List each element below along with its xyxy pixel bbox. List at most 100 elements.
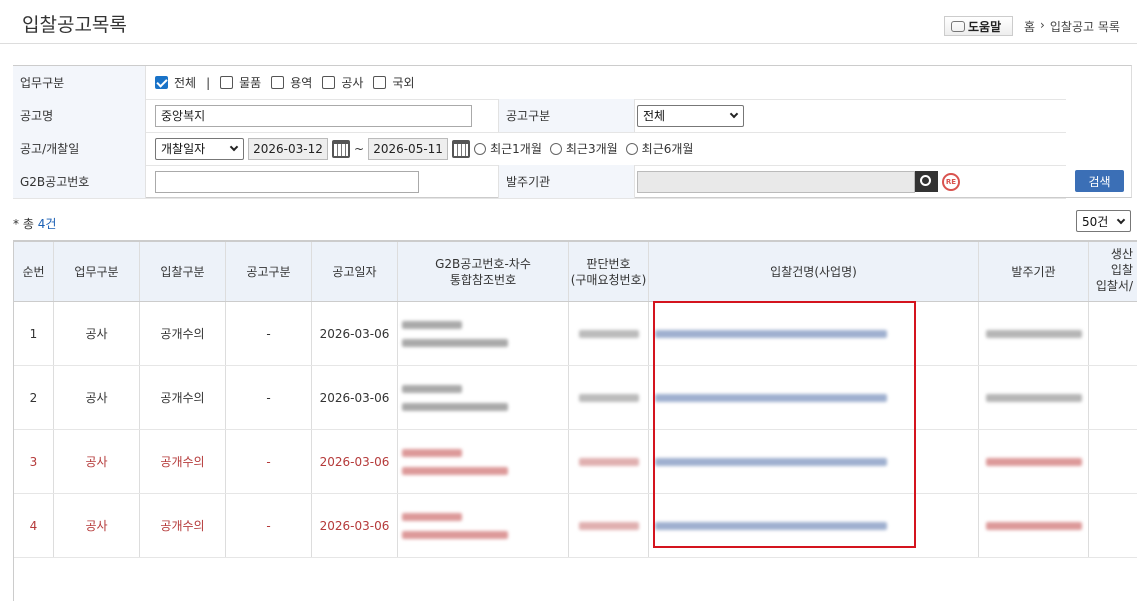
radio-1month-label: 최근1개월 bbox=[490, 142, 542, 156]
help-icon bbox=[951, 20, 965, 32]
table-row[interactable]: 4 공사 공개수의 - 2026-03-06 bbox=[14, 494, 1137, 558]
total-count: 4건 bbox=[37, 217, 57, 231]
col-extra-line1: 생산 bbox=[1110, 247, 1133, 261]
chevron-down-icon bbox=[1116, 215, 1126, 224]
checkbox-overseas-label: 국외 bbox=[392, 76, 415, 90]
g2b-label: G2B공고번호 bbox=[13, 165, 146, 198]
search-row-notice-name: 공고명 중앙복지 공고구분 전체 bbox=[13, 99, 1066, 133]
col-judge-line1: 판단번호 bbox=[586, 256, 631, 271]
notice-type-value: 전체 bbox=[643, 109, 666, 123]
date-from-input[interactable]: 2026-03-12 bbox=[248, 137, 328, 160]
cell-bid-type: 공개수의 bbox=[140, 494, 226, 557]
col-notice-date: 공고일자 bbox=[312, 242, 398, 301]
notice-type-select[interactable]: 전체 bbox=[637, 104, 744, 127]
cell-g2b[interactable] bbox=[398, 430, 569, 493]
calendar-icon[interactable] bbox=[452, 139, 471, 158]
table-row[interactable]: 3 공사 공개수의 - 2026-03-06 bbox=[14, 430, 1137, 494]
cell-g2b[interactable] bbox=[398, 494, 569, 557]
page-header: 입찰공고목록 도움말 홈 › 입찰공고 목록 bbox=[0, 0, 1137, 44]
cell-notice-type: - bbox=[226, 494, 312, 557]
cell-bid-type: 공개수의 bbox=[140, 302, 226, 365]
search-icon[interactable] bbox=[915, 171, 938, 192]
cell-g2b[interactable] bbox=[398, 366, 569, 429]
checkbox-goods[interactable] bbox=[220, 76, 234, 89]
annotation-highlight-box bbox=[653, 301, 916, 548]
radio-6month-label: 최근6개월 bbox=[641, 142, 694, 156]
cell-no: 1 bbox=[14, 302, 54, 365]
breadcrumb-home[interactable]: 홈 bbox=[1024, 18, 1035, 35]
cell-business: 공사 bbox=[54, 302, 140, 365]
cell-business: 공사 bbox=[54, 430, 140, 493]
cell-judge bbox=[569, 494, 649, 557]
page-title: 입찰공고목록 bbox=[22, 14, 127, 36]
breadcrumb-separator: › bbox=[1040, 18, 1045, 32]
col-judge: 판단번호 (구매요청번호) bbox=[569, 242, 649, 301]
chevron-down-icon bbox=[729, 109, 739, 119]
checkbox-construction-label: 공사 bbox=[341, 76, 364, 90]
checkbox-all[interactable] bbox=[155, 76, 168, 89]
cell-agency bbox=[979, 366, 1089, 429]
radio-6month[interactable] bbox=[625, 142, 638, 155]
total-prefix: * 총 bbox=[13, 217, 34, 231]
table-row[interactable]: 1 공사 공개수의 - 2026-03-06 bbox=[14, 302, 1137, 366]
cell-notice-type: - bbox=[226, 302, 312, 365]
page-size-value: 50건 bbox=[1082, 214, 1109, 229]
cell-no: 4 bbox=[14, 494, 54, 557]
radio-1month[interactable] bbox=[474, 142, 487, 155]
date-label: 공고/개찰일 bbox=[13, 132, 146, 165]
page-size-select[interactable]: 50건 bbox=[1076, 210, 1131, 232]
calendar-icon[interactable] bbox=[332, 139, 350, 158]
cell-notice-date: 2026-03-06 bbox=[312, 366, 398, 429]
checkbox-all-label: 전체 bbox=[174, 76, 197, 90]
cell-agency bbox=[979, 494, 1089, 557]
col-g2b-line2: 통합참조번호 bbox=[449, 272, 517, 287]
cell-agency bbox=[979, 302, 1089, 365]
cell-no: 3 bbox=[14, 430, 54, 493]
reset-icon[interactable]: RE bbox=[942, 172, 960, 191]
date-kind-select[interactable]: 개찰일자 bbox=[155, 137, 244, 160]
result-summary: * 총 4건 bbox=[13, 215, 56, 232]
search-row-date: 공고/개찰일 개찰일자 2026-03-12 ~ 2026-05-11 최근1개… bbox=[13, 132, 1066, 166]
notice-name-input[interactable]: 중앙복지 bbox=[155, 104, 472, 127]
col-no: 순번 bbox=[14, 242, 54, 301]
col-extra-line3: 입찰서/ bbox=[1095, 279, 1133, 293]
cell-g2b[interactable] bbox=[398, 302, 569, 365]
business-type-label: 업무구분 bbox=[13, 66, 146, 99]
breadcrumb-current: 입찰공고 목록 bbox=[1049, 20, 1120, 34]
checkbox-service-label: 용역 bbox=[290, 76, 313, 90]
cell-bid-type: 공개수의 bbox=[140, 366, 226, 429]
checkbox-overseas[interactable] bbox=[373, 76, 387, 89]
cell-judge bbox=[569, 302, 649, 365]
radio-3month-label: 최근3개월 bbox=[565, 142, 618, 156]
col-bid-name: 입찰건명(사업명) bbox=[649, 242, 979, 301]
search-row-g2b: G2B공고번호 발주기관 RE bbox=[13, 165, 1066, 199]
date-kind-value: 개찰일자 bbox=[161, 142, 206, 156]
col-judge-line2: (구매요청번호) bbox=[570, 272, 647, 287]
search-button[interactable]: 검색 bbox=[1075, 170, 1124, 192]
g2b-input[interactable] bbox=[155, 170, 419, 193]
cell-bid-type: 공개수의 bbox=[140, 430, 226, 493]
cell-agency bbox=[979, 430, 1089, 493]
col-agency: 발주기관 bbox=[979, 242, 1089, 301]
checkbox-service[interactable] bbox=[271, 76, 285, 89]
radio-3month[interactable] bbox=[549, 142, 562, 155]
col-g2b-line1: G2B공고번호-차수 bbox=[435, 256, 531, 271]
date-tilde: ~ bbox=[354, 141, 365, 156]
cell-no: 2 bbox=[14, 366, 54, 429]
table-row[interactable]: 2 공사 공개수의 - 2026-03-06 bbox=[14, 366, 1137, 430]
col-extra: 생산 입찰 입찰서/ bbox=[1089, 242, 1137, 301]
table-header: 순번 업무구분 입찰구분 공고구분 공고일자 G2B공고번호-차수 통합참조번호… bbox=[14, 242, 1137, 302]
cell-notice-date: 2026-03-06 bbox=[312, 494, 398, 557]
help-button[interactable]: 도움말 bbox=[944, 16, 1013, 36]
checkbox-construction[interactable] bbox=[322, 76, 336, 89]
agency-input[interactable] bbox=[637, 170, 915, 193]
date-to-input[interactable]: 2026-05-11 bbox=[368, 137, 449, 160]
cell-notice-type: - bbox=[226, 430, 312, 493]
notice-name-label: 공고명 bbox=[13, 99, 146, 132]
chevron-down-icon bbox=[229, 142, 239, 152]
cell-business: 공사 bbox=[54, 366, 140, 429]
business-type-options: 전체 | 물품 용역 공사 국외 bbox=[155, 66, 415, 99]
agency-label: 발주기관 bbox=[498, 165, 635, 198]
col-business: 업무구분 bbox=[54, 242, 140, 301]
results-table: 순번 업무구분 입찰구분 공고구분 공고일자 G2B공고번호-차수 통합참조번호… bbox=[13, 240, 1137, 601]
